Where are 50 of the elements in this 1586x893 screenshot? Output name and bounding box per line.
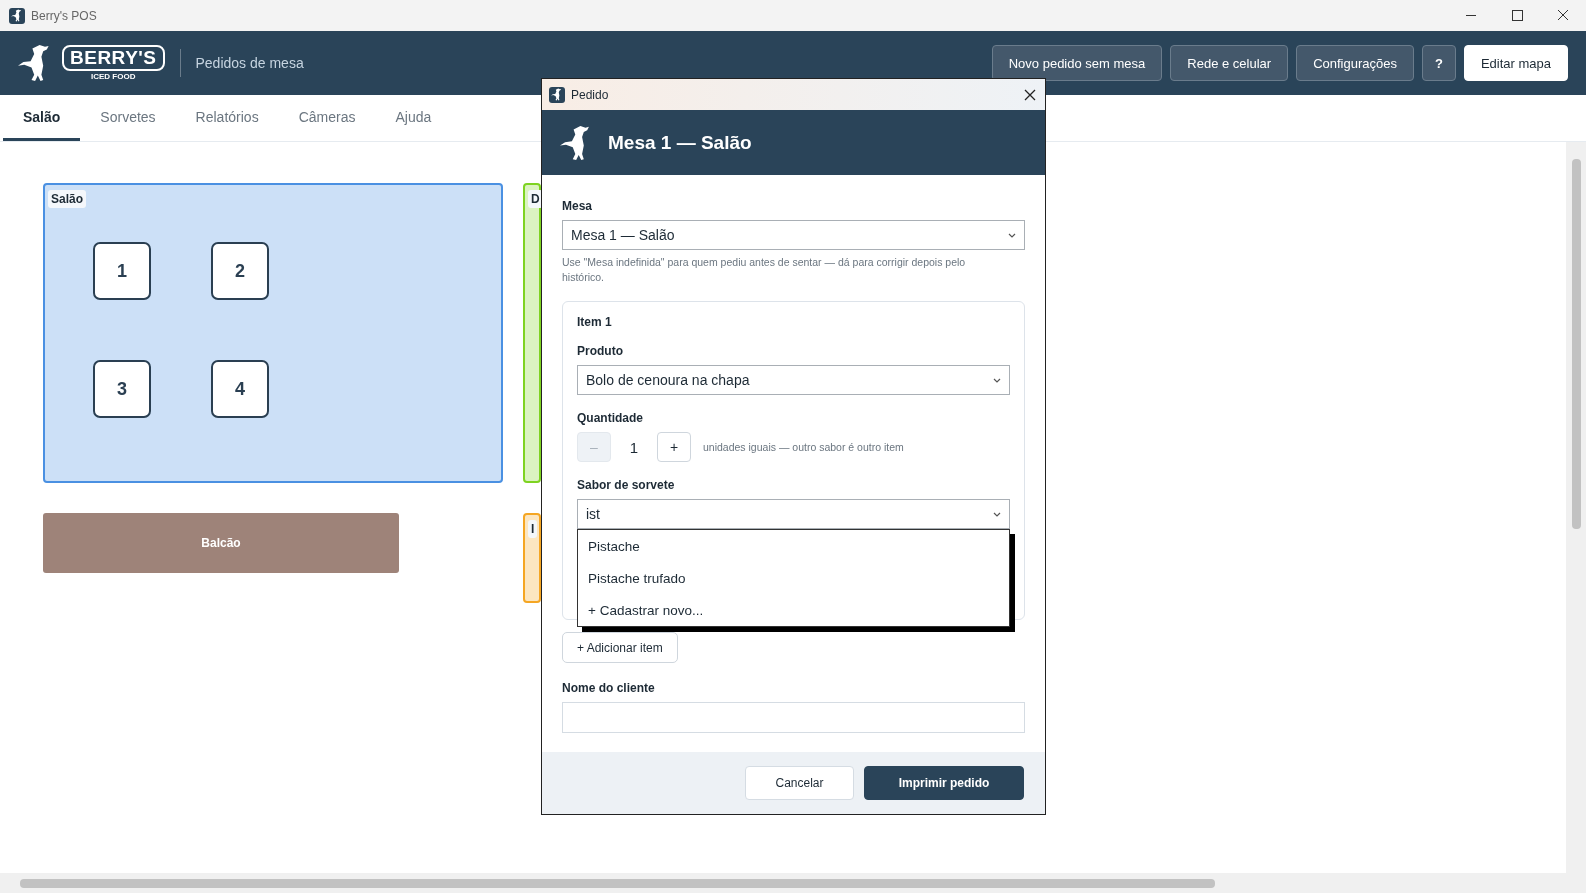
zone-label: I (528, 520, 538, 538)
zone-label: D (528, 190, 543, 208)
header-button[interactable]: ? (1421, 45, 1456, 81)
page-title: Pedidos de mesa (195, 55, 304, 71)
tab[interactable]: Ajuda (375, 95, 452, 141)
table-tile[interactable]: 1 (93, 242, 151, 300)
logo-text: BERRY'S (62, 45, 165, 71)
tab[interactable]: Relatórios (175, 95, 279, 141)
quantity-value: 1 (628, 438, 640, 456)
dialog-button[interactable]: Cancelar (745, 766, 854, 800)
table-tile[interactable]: 3 (93, 360, 151, 418)
table-select[interactable]: Mesa 1 — Salão (562, 220, 1025, 250)
header-button[interactable]: Rede e celular (1170, 45, 1289, 81)
table-tile[interactable]: 2 (211, 242, 269, 300)
header-button[interactable]: Novo pedido sem mesa (991, 45, 1163, 81)
item-title: Item 1 (577, 315, 613, 329)
chevron-down-icon (993, 377, 1001, 383)
vertical-scrollbar[interactable] (1566, 142, 1586, 873)
increment-button[interactable]: + (657, 432, 691, 462)
logo-tagline: ICED FOOD (91, 72, 136, 81)
field-label: Sabor de sorvete (577, 478, 676, 492)
tab[interactable]: Salão (3, 95, 81, 141)
chevron-down-icon (993, 511, 1001, 517)
zone-area[interactable]: Salão 1 2 3 4 (43, 183, 503, 483)
product-select[interactable]: Bolo de cenoura na chapa (577, 365, 1010, 395)
field-label: Mesa (562, 199, 594, 213)
dialog-title: Pedido (571, 87, 609, 102)
flavor-combobox[interactable]: ist (577, 499, 1010, 529)
zone-area[interactable]: D (523, 183, 541, 483)
counter-area[interactable]: Balcão (43, 513, 399, 573)
field-label: Quantidade (577, 411, 644, 425)
dialog-heading: Mesa 1 — Salão (608, 131, 752, 154)
chevron-down-icon (1008, 232, 1016, 238)
tab[interactable]: Sorvetes (80, 95, 176, 141)
quantity-note: unidades iguais — outro sabor é outro item (703, 441, 904, 453)
window-title: Berry's POS (31, 8, 97, 23)
horizontal-scrollbar[interactable] (0, 873, 1586, 893)
tab[interactable]: Câmeras (278, 95, 376, 141)
header-button[interactable]: Editar mapa (1463, 45, 1568, 81)
field-label: Produto (577, 344, 624, 358)
close-icon[interactable] (1024, 88, 1036, 101)
field-label: Nome do cliente (562, 681, 656, 695)
table-tile[interactable]: 4 (211, 360, 269, 418)
dialog-button[interactable]: Imprimir pedido (864, 766, 1024, 800)
hint-text: Use "Mesa indefinida" para quem pediu antes de sentar — dá para corrigir depois pelo histórico. (562, 255, 967, 285)
zone-area[interactable]: I (523, 513, 541, 603)
header-button[interactable]: Configurações (1296, 45, 1414, 81)
customer-name-field[interactable] (562, 702, 1025, 733)
add-item-button[interactable]: + Adicionar item (562, 632, 678, 663)
zone-label: Salão (48, 190, 86, 208)
